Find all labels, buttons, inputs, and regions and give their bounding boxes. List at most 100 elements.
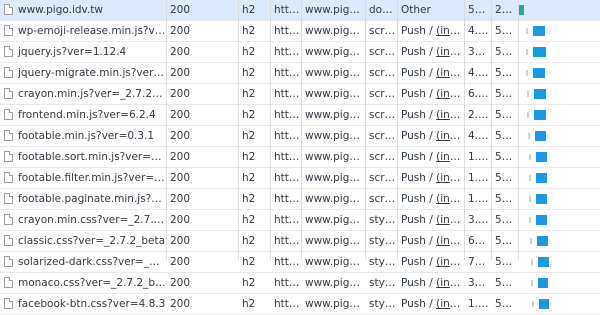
column-divider[interactable]: [270, 0, 271, 260]
table-row[interactable]: solarized-dark.css?ver=_2.7.2_b... 200 h2 h…: [0, 252, 600, 273]
request-name: frontend.min.js?ver=6.2.4: [18, 109, 156, 121]
initiator-link[interactable]: (index): [436, 235, 464, 247]
table-row[interactable]: footable.paginate.min.js?ver=0.... 200 h2 h…: [0, 189, 600, 210]
size-cell: 3.9 ...: [468, 214, 491, 226]
status-cell: 200: [170, 67, 191, 79]
initiator-cell: Push / (index): [397, 168, 464, 189]
table-row[interactable]: footable.sort.min.js?ver=0.3.1 200 h2 https…: [0, 147, 600, 168]
initiator-text: Push /: [401, 298, 437, 310]
initiator-link[interactable]: (index): [436, 109, 464, 121]
waterfall-bar: [535, 131, 546, 141]
waterfall-tick: [529, 196, 531, 202]
column-divider[interactable]: [365, 0, 366, 260]
protocol-cell: h2: [242, 67, 256, 79]
initiator-cell: Push / (index): [397, 21, 464, 42]
file-icon: [4, 172, 13, 183]
initiator-text: Push /: [401, 151, 437, 163]
initiator-link[interactable]: (index): [436, 298, 464, 310]
scheme-cell: https: [274, 88, 301, 100]
scheme-cell: https: [274, 172, 301, 184]
initiator-link[interactable]: (index): [436, 130, 464, 142]
column-divider[interactable]: [518, 0, 519, 260]
initiator-text: Push /: [401, 193, 437, 205]
column-divider[interactable]: [397, 0, 398, 260]
column-divider[interactable]: [464, 0, 465, 260]
initiator-link[interactable]: (index): [436, 88, 464, 100]
table-row[interactable]: footable.filter.min.js?ver=0.3.1 200 h2 htt…: [0, 168, 600, 189]
initiator-text: Push /: [401, 46, 437, 58]
initiator-text: Push /: [401, 214, 437, 226]
table-row[interactable]: crayon.min.css?ver=_2.7.2_beta 200 h2 https…: [0, 210, 600, 231]
waterfall-tick: [526, 70, 528, 76]
request-name: footable.sort.min.js?ver=0.3.1: [18, 151, 166, 163]
type-cell: styl...: [369, 214, 397, 226]
request-name: www.pigo.idv.tw: [18, 4, 103, 16]
initiator-cell: Push / (index): [397, 231, 464, 252]
protocol-cell: h2: [242, 4, 256, 16]
initiator-link[interactable]: (index): [436, 67, 464, 79]
file-icon: [4, 25, 13, 36]
scheme-cell: https: [274, 67, 301, 79]
request-name: solarized-dark.css?ver=_2.7.2_b...: [18, 256, 166, 268]
table-row[interactable]: frontend.min.js?ver=6.2.4 200 h2 https www.p…: [0, 105, 600, 126]
type-cell: script: [369, 172, 397, 184]
scheme-cell: https: [274, 256, 301, 268]
table-row[interactable]: monaco.css?ver=_2.7.2_beta 200 h2 https www.…: [0, 273, 600, 294]
protocol-cell: h2: [242, 151, 256, 163]
waterfall-cell: [518, 210, 600, 231]
protocol-cell: h2: [242, 214, 256, 226]
request-name: crayon.min.js?ver=_2.7.2_beta: [18, 88, 166, 100]
waterfall-bar: [539, 299, 549, 309]
waterfall-cell: [518, 189, 600, 210]
table-row[interactable]: footable.min.js?ver=0.3.1 200 h2 https www.p…: [0, 126, 600, 147]
status-cell: 200: [170, 130, 191, 142]
initiator-link[interactable]: (index): [436, 151, 464, 163]
column-divider[interactable]: [491, 0, 492, 260]
table-row[interactable]: www.pigo.idv.tw 200 h2 https www.pigo.i... do…: [0, 0, 600, 21]
protocol-cell: h2: [242, 256, 256, 268]
time-cell: 53....: [495, 235, 518, 247]
initiator-cell: Push / (index): [397, 147, 464, 168]
waterfall-bar: [533, 68, 545, 78]
time-cell: 54....: [495, 277, 518, 289]
waterfall-bar: [536, 215, 547, 225]
initiator-link[interactable]: (index): [436, 256, 464, 268]
table-row[interactable]: classic.css?ver=_2.7.2_beta 200 h2 https www…: [0, 231, 600, 252]
scheme-cell: https: [274, 193, 301, 205]
status-cell: 200: [170, 25, 191, 37]
waterfall-cell: [518, 63, 600, 84]
scheme-cell: https: [274, 130, 301, 142]
table-row[interactable]: wp-emoji-release.min.js?ver=4.... 200 h2 ht…: [0, 21, 600, 42]
file-icon: [4, 298, 13, 309]
initiator-cell: Push / (index): [397, 126, 464, 147]
waterfall-cell: [518, 294, 600, 315]
column-divider[interactable]: [166, 0, 167, 260]
waterfall-tick: [529, 175, 531, 181]
initiator-link[interactable]: (index): [436, 277, 464, 289]
initiator-text: Push /: [401, 172, 437, 184]
status-cell: 200: [170, 46, 191, 58]
initiator-link[interactable]: (index): [436, 172, 464, 184]
waterfall-cell: [518, 42, 600, 63]
initiator-link[interactable]: (index): [436, 193, 464, 205]
initiator-link[interactable]: (index): [436, 25, 464, 37]
type-cell: styl...: [369, 235, 397, 247]
table-row[interactable]: jquery.js?ver=1.12.4 200 h2 https www.pigo.i…: [0, 42, 600, 63]
table-row[interactable]: facebook-btn.css?ver=4.8.3 200 h2 https www.…: [0, 294, 600, 315]
file-icon: [4, 67, 13, 78]
time-cell: 26....: [495, 4, 518, 16]
type-cell: script: [369, 109, 397, 121]
initiator-link[interactable]: (index): [436, 46, 464, 58]
table-row[interactable]: crayon.min.js?ver=_2.7.2_beta 200 h2 https w…: [0, 84, 600, 105]
scheme-cell: https: [274, 298, 301, 310]
column-divider[interactable]: [301, 0, 302, 260]
table-row[interactable]: jquery-migrate.min.js?ver=1.4.1 200 h2 http…: [0, 63, 600, 84]
status-cell: 200: [170, 277, 191, 289]
time-cell: 52....: [495, 151, 518, 163]
type-cell: script: [369, 67, 397, 79]
protocol-cell: h2: [242, 25, 256, 37]
column-divider[interactable]: [238, 0, 239, 260]
type-cell: script: [369, 88, 397, 100]
initiator-link[interactable]: (index): [436, 214, 464, 226]
waterfall-tick: [527, 91, 529, 97]
